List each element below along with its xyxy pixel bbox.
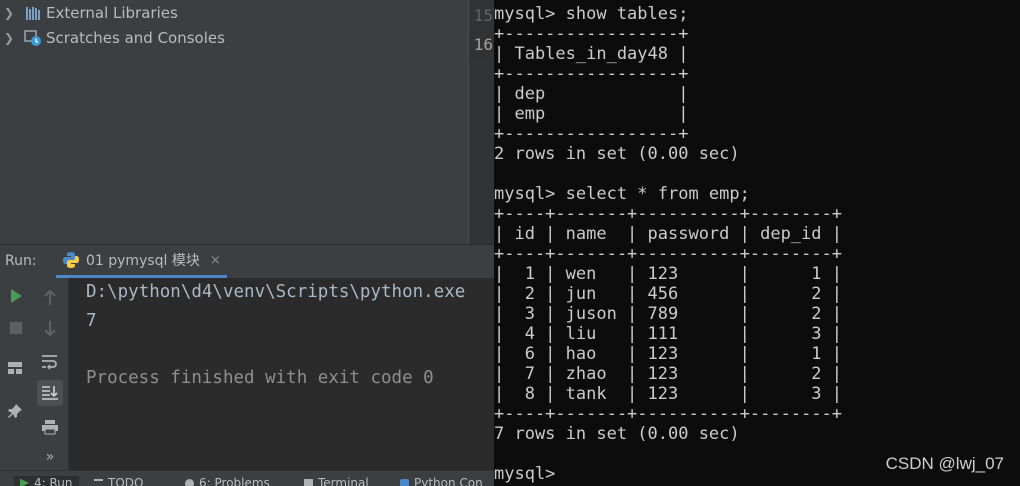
scroll-down-button[interactable] — [38, 316, 62, 340]
terminal-line: | 3 | juson | 789 | 2 | — [494, 304, 842, 324]
editor-gutter: 15 16 — [468, 0, 494, 244]
project-tree: ❯ External Libraries ❯ Scratches and Con… — [0, 0, 468, 244]
printer-icon — [42, 420, 58, 435]
run-tool-window-header: Run: 01 pymysql 模块 × — [0, 244, 494, 279]
tab-python-console[interactable]: Python Con — [400, 476, 483, 486]
tab-label: TODO — [108, 476, 144, 486]
tree-item-external-libraries[interactable]: ❯ External Libraries — [0, 0, 178, 25]
run-toolbar-primary — [0, 278, 32, 470]
terminal-line: +----+-------+----------+--------+ — [494, 404, 842, 424]
wrap-icon — [42, 355, 57, 370]
python-icon — [400, 478, 409, 486]
tree-item-scratches[interactable]: ❯ Scratches and Consoles — [0, 25, 225, 50]
scroll-to-end-icon — [42, 386, 58, 400]
run-config-tab[interactable]: 01 pymysql 模块 × — [56, 245, 227, 278]
chevron-right-icon[interactable]: ❯ — [4, 6, 14, 20]
watermark: CSDN @lwj_07 — [885, 454, 1004, 473]
terminal-line: +----+-------+----------+--------+ — [494, 244, 842, 264]
more-actions-button[interactable]: » — [38, 445, 62, 469]
arrow-up-icon — [44, 290, 56, 305]
line-number: 15 — [473, 6, 493, 25]
scroll-to-end-button[interactable] — [37, 380, 63, 406]
arrow-down-icon — [44, 321, 56, 336]
scratches-icon — [24, 29, 42, 47]
list-icon — [94, 478, 103, 486]
print-button[interactable] — [38, 415, 62, 439]
rerun-button[interactable] — [4, 284, 28, 308]
terminal-line: | 7 | zhao | 123 | 2 | — [494, 364, 842, 384]
layout-button[interactable] — [3, 356, 27, 380]
run-console[interactable]: D:\python\d4\venv\Scripts\python.exe 7 P… — [69, 278, 494, 470]
terminal-icon — [304, 478, 313, 486]
terminal-line: | dep | — [494, 84, 689, 104]
play-icon — [20, 478, 29, 486]
run-label: Run: — [5, 253, 37, 269]
terminal-line: | Tables_in_day48 | — [494, 44, 689, 64]
tab-label: Terminal — [318, 476, 369, 486]
terminal-line: mysql> — [494, 464, 556, 484]
mysql-terminal[interactable]: mysql> show tables; +-----------------+ | … — [494, 0, 1020, 486]
console-line: Process finished with exit code 0 — [86, 368, 434, 388]
run-tab-title: 01 pymysql 模块 — [86, 253, 200, 269]
tree-item-label: Scratches and Consoles — [46, 28, 225, 47]
run-toolbar-secondary: » — [32, 278, 69, 470]
terminal-line: | 6 | hao | 123 | 1 | — [494, 344, 842, 364]
python-icon — [62, 251, 80, 269]
terminal-line: +-----------------+ — [494, 24, 689, 44]
terminal-line: +-----------------+ — [494, 124, 689, 144]
terminal-line: | 8 | tank | 123 | 3 | — [494, 384, 842, 404]
tab-problems[interactable]: 6: Problems — [185, 476, 270, 486]
pin-tab-button[interactable] — [3, 399, 27, 423]
console-line: D:\python\d4\venv\Scripts\python.exe — [86, 282, 466, 302]
tab-label: Python Con — [414, 476, 483, 486]
terminal-line: | id | name | password | dep_id | — [494, 224, 842, 244]
tab-label: 6: Problems — [199, 476, 270, 486]
tool-window-bar: 4: Run TODO 6: Problems Terminal Python … — [0, 470, 494, 486]
terminal-line: | 2 | jun | 456 | 2 | — [494, 284, 842, 304]
pin-icon — [8, 404, 22, 418]
ide-window: ❯ External Libraries ❯ Scratches and Con… — [0, 0, 494, 486]
terminal-line: mysql> select * from emp; — [494, 184, 750, 204]
console-line: 7 — [86, 311, 97, 331]
tab-todo[interactable]: TODO — [94, 476, 143, 486]
scroll-up-button[interactable] — [38, 286, 62, 310]
tree-item-label: External Libraries — [46, 3, 178, 22]
line-number-current: 16 — [473, 35, 493, 54]
soft-wrap-button[interactable] — [38, 350, 62, 374]
problems-icon — [185, 478, 194, 486]
library-icon — [24, 4, 42, 22]
terminal-line: 7 rows in set (0.00 sec) — [494, 424, 740, 444]
close-icon[interactable]: × — [210, 253, 221, 268]
terminal-line: +----+-------+----------+--------+ — [494, 204, 842, 224]
layout-icon — [8, 362, 22, 374]
terminal-line: 2 rows in set (0.00 sec) — [494, 144, 740, 164]
terminal-line: +-----------------+ — [494, 64, 689, 84]
tab-run[interactable]: 4: Run — [14, 476, 79, 486]
stop-icon — [10, 322, 22, 334]
terminal-line: mysql> show tables; — [494, 4, 689, 24]
terminal-line: | 4 | liu | 111 | 3 | — [494, 324, 842, 344]
tab-label: 4: Run — [34, 476, 73, 486]
tab-terminal[interactable]: Terminal — [304, 476, 369, 486]
terminal-line: | 1 | wen | 123 | 1 | — [494, 264, 842, 284]
terminal-line: | emp | — [494, 104, 689, 124]
play-icon — [11, 289, 22, 303]
chevron-right-icon[interactable]: ❯ — [4, 31, 14, 45]
stop-button[interactable] — [4, 316, 28, 340]
